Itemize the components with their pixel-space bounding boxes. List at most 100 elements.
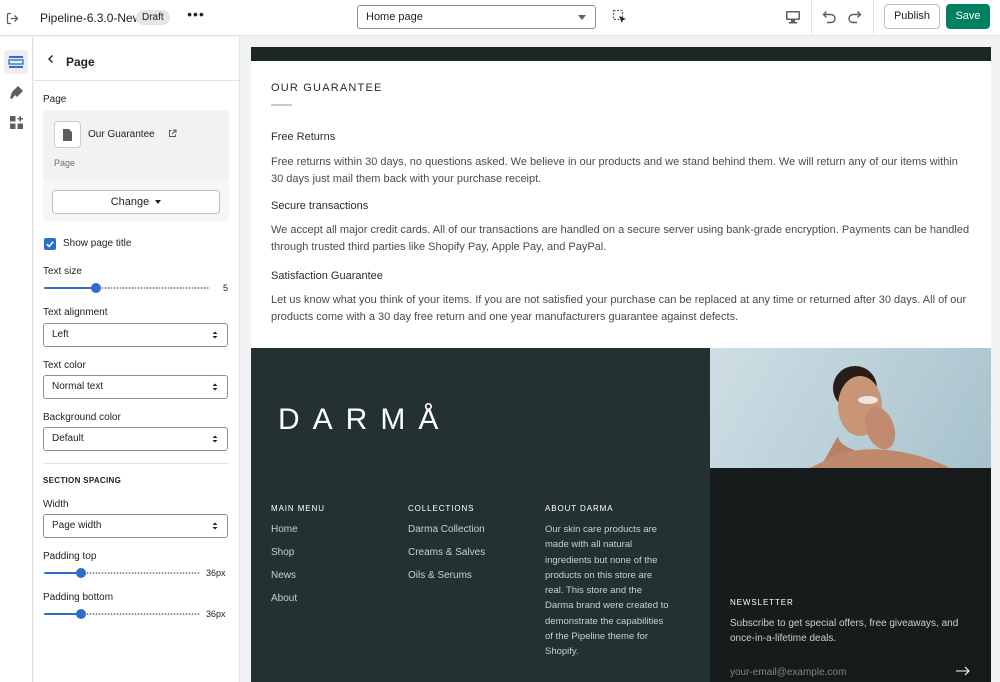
model-photo	[710, 348, 991, 468]
checkmark-icon	[46, 241, 54, 248]
text-alignment-value: Left	[52, 329, 69, 340]
show-page-title-label: Show page title	[63, 238, 132, 249]
chevron-left-icon[interactable]	[46, 54, 56, 64]
newsletter-heading: NEWSLETTER	[730, 598, 794, 607]
panel-title: Page	[66, 55, 95, 69]
show-page-title-checkbox[interactable]	[44, 238, 56, 250]
select-arrows-icon	[212, 383, 218, 391]
padding-top-slider[interactable]	[44, 568, 200, 578]
section-settings-panel: Page Page Our Guarantee Page Change Show…	[34, 37, 240, 682]
padding-bottom-slider[interactable]	[44, 609, 200, 619]
slider-thumb[interactable]	[91, 283, 101, 293]
publish-button[interactable]: Publish	[884, 4, 940, 29]
exit-button[interactable]	[0, 0, 24, 36]
newsletter-email-input[interactable]	[730, 664, 980, 680]
storefront-page: OUR GUARANTEE Free Returns Free returns …	[251, 47, 991, 682]
width-value: Page width	[52, 520, 102, 531]
change-page-button[interactable]: Change	[52, 190, 220, 214]
title-underline	[271, 104, 292, 106]
slider-thumb[interactable]	[76, 609, 86, 619]
redo-button[interactable]	[846, 8, 864, 26]
about-text: Our skin care products are made with all…	[545, 524, 669, 658]
external-link-icon[interactable]	[168, 129, 177, 138]
padding-top-label: Padding top	[43, 551, 97, 562]
exit-icon	[6, 12, 18, 24]
arrow-right-icon[interactable]	[956, 666, 971, 676]
section-heading-free-returns: Free Returns	[271, 131, 336, 143]
text-alignment-label: Text alignment	[43, 307, 108, 318]
text-size-label: Text size	[43, 266, 82, 277]
redo-icon	[848, 11, 862, 24]
select-arrows-icon	[212, 435, 218, 443]
text-size-slider[interactable]	[44, 283, 210, 293]
app-embeds-icon	[9, 115, 23, 129]
undo-button[interactable]	[820, 8, 838, 26]
topbar-divider	[873, 0, 874, 36]
page-picker-card: Our Guarantee Page Change	[43, 110, 229, 222]
inspector-toggle-button[interactable]	[612, 9, 628, 25]
footer-link-creams-salves[interactable]: Creams & Salves	[408, 547, 485, 558]
text-color-select[interactable]: Normal text	[43, 375, 228, 399]
more-actions-button[interactable]: •••	[186, 6, 206, 25]
footer-link-about[interactable]: About	[271, 593, 297, 604]
section-heading-secure-transactions: Secure transactions	[271, 200, 369, 212]
background-color-value: Default	[52, 433, 84, 444]
footer-link-shop[interactable]: Shop	[271, 547, 294, 558]
slider-track	[101, 287, 210, 289]
brand-logo[interactable]: DARMÅ	[278, 403, 451, 437]
page-icon	[63, 128, 72, 141]
newsletter-block: NEWSLETTER Subscribe to get special offe…	[710, 468, 991, 682]
padding-top-value: 36px	[206, 568, 226, 578]
newsletter-text: Subscribe to get special offers, free gi…	[730, 618, 959, 644]
section-body-free-returns: Free returns within 30 days, no question…	[271, 156, 958, 185]
caret-down-icon	[155, 200, 162, 205]
theme-settings-icon	[9, 85, 23, 99]
chevron-down-icon	[578, 15, 586, 20]
section-body-satisfaction: Let us know what you think of your items…	[271, 294, 967, 323]
slider-track	[86, 613, 200, 615]
background-color-select[interactable]: Default	[43, 427, 228, 451]
selected-page-name: Our Guarantee	[88, 129, 155, 140]
editor-sidebar-rail	[0, 37, 33, 682]
footer-link-news[interactable]: News	[271, 570, 296, 581]
main-menu-heading: MAIN MENU	[271, 504, 325, 513]
section-heading-satisfaction: Satisfaction Guarantee	[271, 270, 383, 282]
template-selector-value: Home page	[366, 11, 423, 23]
slider-thumb[interactable]	[76, 568, 86, 578]
sections-icon	[8, 56, 24, 68]
slider-fill	[44, 287, 96, 289]
page-picker-label: Page	[43, 94, 67, 105]
about-heading: ABOUT DARMA	[545, 504, 614, 513]
text-alignment-select[interactable]: Left	[43, 323, 228, 347]
more-icon: •••	[187, 6, 205, 22]
selected-page-type: Page	[54, 158, 76, 168]
width-select[interactable]: Page width	[43, 514, 228, 538]
section-spacing-heading: SECTION SPACING	[43, 476, 122, 485]
padding-bottom-value: 36px	[206, 609, 226, 619]
save-button[interactable]: Save	[946, 4, 990, 29]
undo-icon	[822, 11, 836, 24]
page-thumbnail	[54, 121, 81, 148]
rail-item-app-embeds[interactable]	[4, 110, 28, 134]
rail-item-theme-settings[interactable]	[4, 80, 28, 104]
rail-item-sections[interactable]	[4, 50, 28, 74]
desktop-preview-button[interactable]	[784, 9, 802, 25]
store-header-strip	[251, 47, 991, 61]
padding-bottom-label: Padding bottom	[43, 592, 114, 603]
text-color-label: Text color	[43, 360, 86, 371]
desktop-preview-icon	[786, 11, 800, 24]
change-page-label: Change	[110, 196, 150, 208]
selected-page: Our Guarantee Page	[43, 110, 229, 181]
slider-track	[86, 572, 200, 574]
section-body-secure-transactions: We accept all major credit cards. All of…	[271, 224, 970, 253]
collections-heading: COLLECTIONS	[408, 504, 475, 513]
theme-name: Pipeline-6.3.0-New	[40, 11, 142, 25]
footer-link-home[interactable]: Home	[271, 524, 298, 535]
text-size-value: 5	[223, 283, 229, 293]
inspector-icon	[612, 9, 626, 23]
footer-link-darma-collection[interactable]: Darma Collection	[408, 524, 485, 535]
store-footer: DARMÅ MAIN MENU Home Shop News About COL…	[251, 348, 710, 682]
topbar-divider	[811, 0, 812, 36]
footer-link-oils-serums[interactable]: Oils & Serums	[408, 570, 472, 581]
template-selector[interactable]: Home page	[357, 5, 596, 29]
